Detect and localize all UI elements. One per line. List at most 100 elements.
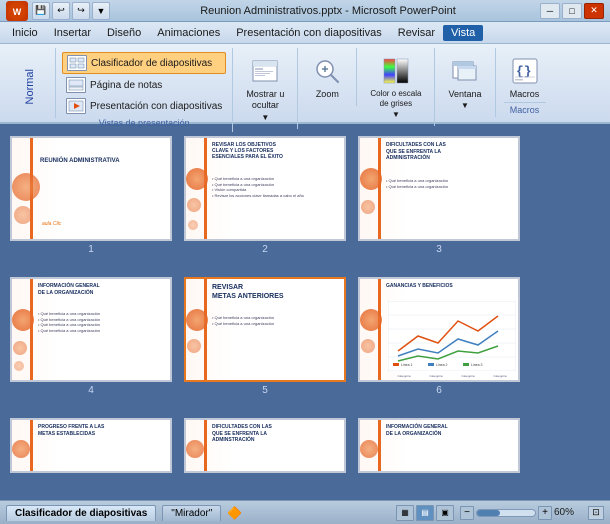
slide-bar-3: [378, 138, 381, 239]
maximize-button[interactable]: □: [562, 3, 582, 19]
thumb-wrapper-7: PROGRESO FRENTE A LASMETAS ESTABLECIDAS: [10, 418, 172, 476]
slide-3-title: DIFICULTADES CON LASQUE SE ENFRENTA LAAD…: [386, 142, 516, 162]
close-button[interactable]: ✕: [584, 3, 604, 19]
status-tab-clasificador[interactable]: Clasificador de diapositivas: [6, 505, 156, 521]
menu-vista[interactable]: Vista: [443, 25, 483, 41]
notas-view-btn[interactable]: Página de notas: [62, 75, 226, 95]
clasificador-view-btn[interactable]: Clasificador de diapositivas: [62, 52, 226, 74]
menu-inicio[interactable]: Inicio: [4, 25, 46, 41]
slide-num-4: 4: [88, 385, 94, 396]
redo-tool[interactable]: ↪: [72, 2, 90, 20]
macros-btn[interactable]: {} Macros: [504, 52, 546, 102]
slide-thumb-4[interactable]: INFORMACIÓN GENERALDE LA ORGANIZACIÓN • …: [10, 277, 172, 382]
slide-1-subtitle: aula Clic: [42, 221, 61, 227]
slide-thumb-7[interactable]: PROGRESO FRENTE A LASMETAS ESTABLECIDAS: [10, 418, 172, 473]
status-ppt-icon: 🔶: [227, 506, 242, 520]
slide-thumb-1[interactable]: REUNIÓN ADMINISTRATIVA aula Clic: [10, 136, 172, 241]
save-tool[interactable]: 💾: [32, 2, 50, 20]
clasificador-view-label: Clasificador de diapositivas: [91, 58, 212, 69]
slide-thumb-5[interactable]: REVISARMETAS ANTERIORES • Qué beneficia …: [184, 277, 346, 382]
show-hide-arrow: ▼: [261, 113, 269, 122]
customize-tool[interactable]: ▼: [92, 2, 110, 20]
color-arrow: ▼: [392, 110, 400, 119]
presentacion-view-btn[interactable]: Presentación con diapositivas: [62, 96, 226, 116]
slide-thumb-3[interactable]: DIFICULTADES CON LASQUE SE ENFRENTA LAAD…: [358, 136, 520, 241]
menu-bar: Inicio Insertar Diseño Animaciones Prese…: [0, 22, 610, 44]
zoom-btn[interactable]: Zoom: [306, 52, 348, 102]
status-bar: Clasificador de diapositivas "Mirador" 🔶…: [0, 500, 610, 524]
notas-icon: [66, 77, 86, 93]
circle-7a: [12, 440, 30, 458]
notas-view-label: Página de notas: [90, 80, 162, 91]
slide-5-bullets: • Qué beneficia a una organización • Qué…: [212, 315, 342, 326]
circle-4a: [12, 309, 34, 331]
office-button[interactable]: W: [6, 1, 28, 21]
slide-bar-7: [30, 420, 33, 471]
zoom-label: Zoom: [316, 89, 339, 99]
slide-4-bullets: • Qué beneficia a una organización • Qué…: [38, 311, 168, 333]
circle-2a: [186, 168, 208, 190]
status-view-btn-1[interactable]: ▦: [396, 505, 414, 521]
menu-insertar[interactable]: Insertar: [46, 25, 99, 41]
color-section: Color o escalade grises ▼: [357, 48, 435, 126]
window-title: Reunion Administrativos.pptx - Microsoft…: [116, 5, 540, 17]
slide-9-title: INFORMACIÓN GENERALDE LA ORGANIZACIÓN: [386, 424, 516, 437]
thumb-wrapper-1: REUNIÓN ADMINISTRATIVA aula Clic 1: [10, 136, 172, 255]
circle-6a: [360, 309, 382, 331]
slide-thumb-8[interactable]: DIFICULTADES CON LASQUE SE ENFRENTA LAAD…: [184, 418, 346, 473]
slide-num-2: 2: [262, 244, 268, 255]
zoom-plus-btn[interactable]: +: [538, 506, 552, 520]
slide-inner-4: INFORMACIÓN GENERALDE LA ORGANIZACIÓN • …: [12, 279, 170, 380]
slides-area: REUNIÓN ADMINISTRATIVA aula Clic 1 REVIS…: [0, 124, 610, 500]
slide-num-3: 3: [436, 244, 442, 255]
zoom-percent: 60%: [554, 507, 582, 518]
status-view-btn-3[interactable]: ▣: [436, 505, 454, 521]
circle-3a: [360, 168, 382, 190]
thumb-wrapper-4: INFORMACIÓN GENERALDE LA ORGANIZACIÓN • …: [10, 277, 172, 396]
title-bar: W 💾 ↩ ↪ ▼ Reunion Administrativos.pptx -…: [0, 0, 610, 22]
macros-label: Macros: [510, 89, 540, 99]
undo-tool[interactable]: ↩: [52, 2, 70, 20]
svg-text:Linea 2: Linea 2: [436, 363, 448, 367]
slide-inner-3: DIFICULTADES CON LASQUE SE ENFRENTA LAAD…: [360, 138, 518, 239]
presentacion-icon: [66, 98, 86, 114]
slide-4-title: INFORMACIÓN GENERALDE LA ORGANIZACIÓN: [38, 283, 168, 296]
slide-5-title: REVISARMETAS ANTERIORES: [212, 283, 342, 301]
thumb-wrapper-6: GANANCIAS Y BENEFICIOS: [358, 277, 520, 396]
zoom-section: Zoom: [298, 48, 357, 106]
circle-5a: [186, 309, 208, 331]
slide-thumb-9[interactable]: INFORMACIÓN GENERALDE LA ORGANIZACIÓN: [358, 418, 520, 473]
status-tab-mirador[interactable]: "Mirador": [162, 505, 221, 521]
slide-thumb-6[interactable]: GANANCIAS Y BENEFICIOS: [358, 277, 520, 382]
slide-thumb-2[interactable]: REVISAR LOS OBJETIVOSCLAVE Y LOS FACTORE…: [184, 136, 346, 241]
slide-bar-6: [378, 279, 381, 380]
menu-diseno[interactable]: Diseño: [99, 25, 149, 41]
zoom-icon: [311, 55, 343, 87]
slide-inner-6: GANANCIAS Y BENEFICIOS: [360, 279, 518, 380]
window-label: Ventana: [448, 89, 481, 99]
slide-inner-7: PROGRESO FRENTE A LASMETAS ESTABLECIDAS: [12, 420, 170, 471]
minimize-button[interactable]: ─: [540, 3, 560, 19]
thumb-wrapper-8: DIFICULTADES CON LASQUE SE ENFRENTA LAAD…: [184, 418, 346, 476]
slides-row-1: REUNIÓN ADMINISTRATIVA aula Clic 1 REVIS…: [10, 136, 600, 255]
menu-presentacion[interactable]: Presentación con diapositivas: [228, 25, 390, 41]
menu-revisar[interactable]: Revisar: [390, 25, 443, 41]
window-controls: ─ □ ✕: [540, 3, 604, 19]
show-hide-icon: [249, 55, 281, 87]
show-hide-label: Mostrar uocultar: [246, 89, 284, 111]
window-btn[interactable]: Ventana ▼: [443, 52, 486, 113]
slide-num-1: 1: [88, 244, 94, 255]
slide-num-6: 6: [436, 385, 442, 396]
circle-8a: [186, 440, 204, 458]
menu-animaciones[interactable]: Animaciones: [149, 25, 228, 41]
macros-section: {} Macros Macros: [496, 48, 554, 119]
fit-window-btn[interactable]: ⊡: [588, 506, 604, 520]
show-hide-btn[interactable]: Mostrar uocultar ▼: [241, 52, 289, 125]
status-view-btn-2[interactable]: ▤: [416, 505, 434, 521]
normal-label: Normal: [24, 69, 36, 104]
circle-2b: [187, 198, 201, 212]
show-hide-section: Mostrar uocultar ▼: [233, 48, 298, 129]
color-btn[interactable]: Color o escalade grises ▼: [365, 52, 426, 122]
zoom-minus-btn[interactable]: −: [460, 506, 474, 520]
views-section-label: Vistas de presentación: [62, 118, 226, 128]
